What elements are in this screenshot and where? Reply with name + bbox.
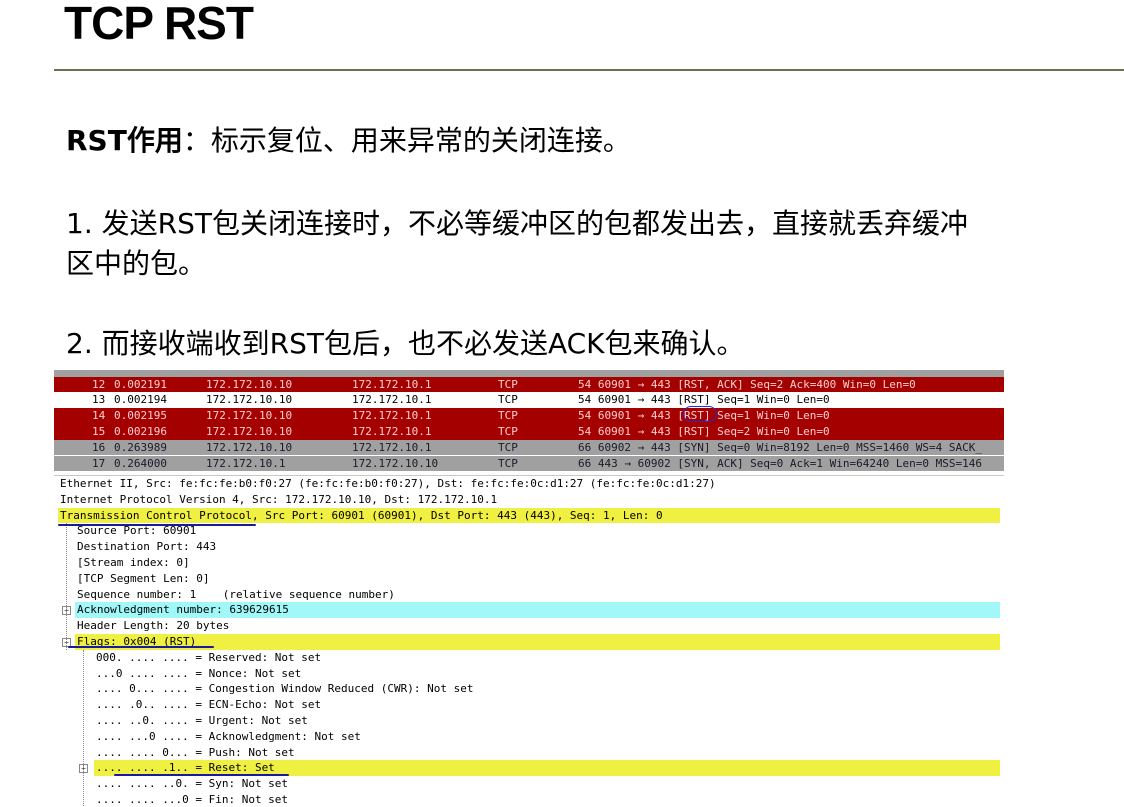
packet-cell-dst: 172.172.10.1 xyxy=(352,393,432,407)
packet-cell-time: 0.264000 xyxy=(114,456,167,470)
packet-cell-time: 0.002191 xyxy=(114,377,167,391)
packet-cell-info: 54 60901 → 443 [RST] Seq=2 Win=0 Len=0 xyxy=(578,424,830,438)
packet-cell-proto: TCP xyxy=(498,377,518,391)
rst-purpose-line: RST作用：标示复位、用来异常的关闭连接。 xyxy=(66,121,631,161)
packet-cell-proto: TCP xyxy=(498,409,518,423)
slide-title: TCP RST xyxy=(64,0,254,49)
tree-guide-line xyxy=(83,649,85,807)
tree-item[interactable]: Transmission Control Protocol, Src Port:… xyxy=(58,507,1000,524)
packet-cell-no: 12 xyxy=(92,377,106,391)
packet-cell-proto: TCP xyxy=(498,440,518,454)
tree-item[interactable]: Ethernet II, Src: fe:fc:fe:b0:f0:27 (fe:… xyxy=(58,476,1000,492)
packet-cell-info: 54 60901 → 443 [RST, ACK] Seq=2 Ack=400 … xyxy=(578,377,916,391)
packet-cell-no: 14 xyxy=(92,409,106,423)
tree-item[interactable]: [Stream index: 0] xyxy=(75,555,1000,571)
point-1-line-1: 1. 发送RST包关闭连接时，不必等缓冲区的包都发出去，直接就丢弃缓冲 xyxy=(66,207,968,240)
tree-item[interactable]: Header Length: 20 bytes xyxy=(75,618,1000,634)
packet-cell-time: 0.002195 xyxy=(114,409,167,423)
point-2-line: 2. 而接收端收到RST包后，也不必发送ACK包来确认。 xyxy=(66,327,745,360)
packet-cell-info: 66 443 → 60902 [SYN, ACK] Seq=0 Ack=1 Wi… xyxy=(578,456,982,470)
packet-cell-dst: 172.172.10.1 xyxy=(352,409,432,423)
packet-cell-src: 172.172.10.10 xyxy=(206,377,293,391)
packet-cell-proto: TCP xyxy=(498,456,518,470)
packet-details-tree: Ethernet II, Src: fe:fc:fe:b0:f0:27 (fe:… xyxy=(54,475,1004,807)
packet-cell-dst: 172.172.10.1 xyxy=(352,440,432,454)
packet-cell-time: 0.263989 xyxy=(114,440,167,454)
packet-row[interactable]: 15 0.002196 172.172.10.10 172.172.10.1 TCP 54… xyxy=(54,423,1004,440)
reset-underline-annotation xyxy=(114,774,289,776)
flags-underline-annotation xyxy=(68,646,214,648)
tree-item[interactable]: .... .... ...0 = Fin: Not set xyxy=(94,792,1000,807)
tree-item[interactable]: [TCP Segment Len: 0] xyxy=(75,571,1000,587)
rst-circle-annotation xyxy=(683,406,717,422)
packet-cell-src: 172.172.10.10 xyxy=(206,424,293,438)
packet-cell-time: 0.002196 xyxy=(114,424,167,438)
packet-cell-proto: TCP xyxy=(498,424,518,438)
packet-list: 12 0.002191 172.172.10.10 172.172.10.1 TCP 54… xyxy=(54,370,1004,471)
tree-item[interactable]: .... .... 0... = Push: Not set xyxy=(94,745,1000,761)
tree-item[interactable]: Sequence number: 1 (relative sequence nu… xyxy=(75,587,1000,603)
tree-item[interactable]: Destination Port: 443 xyxy=(75,539,1000,555)
tree-item[interactable]: .... .... ..0. = Syn: Not set xyxy=(94,776,1000,792)
packet-cell-dst: 172.172.10.1 xyxy=(352,424,432,438)
packet-cell-no: 13 xyxy=(92,393,106,407)
packet-cell-no: 15 xyxy=(92,424,106,438)
packet-cell-src: 172.172.10.10 xyxy=(206,393,293,407)
tree-item[interactable]: .... .0.. .... = ECN-Echo: Not set xyxy=(94,697,1000,713)
title-divider xyxy=(54,69,1124,71)
packet-cell-dst: 172.172.10.10 xyxy=(352,456,439,470)
tree-item[interactable]: Acknowledgment number: 639629615 xyxy=(75,602,1000,619)
packet-cell-src: 172.172.10.10 xyxy=(206,440,293,454)
tree-item[interactable]: ...0 .... .... = Nonce: Not set xyxy=(94,666,1000,682)
packet-row[interactable]: 16 0.263989 172.172.10.10 172.172.10.1 TCP 66… xyxy=(54,439,1004,456)
tree-guide-line xyxy=(66,523,68,650)
tree-item[interactable]: .... ...0 .... = Acknowledgment: Not set xyxy=(94,729,1000,745)
packet-cell-src: 172.172.10.10 xyxy=(206,409,293,423)
packet-cell-src: 172.172.10.1 xyxy=(206,456,286,470)
rst-purpose-text: ：标示复位、用来异常的关闭连接。 xyxy=(182,124,631,157)
packet-cell-no: 17 xyxy=(92,456,106,470)
point-1-line-2: 区中的包。 xyxy=(66,247,207,280)
rst-purpose-label: RST作用 xyxy=(66,124,183,157)
packet-row[interactable]: 14 0.002195 172.172.10.10 172.172.10.1 TCP 54… xyxy=(54,408,1004,424)
packet-row[interactable]: 12 0.002191 172.172.10.10 172.172.10.1 TCP 54… xyxy=(54,376,1004,393)
packet-cell-time: 0.002194 xyxy=(114,393,167,407)
packet-row[interactable]: 17 0.264000 172.172.10.1 172.172.10.10 TCP 66… xyxy=(54,455,1004,471)
tree-item[interactable]: Internet Protocol Version 4, Src: 172.17… xyxy=(58,492,1000,508)
tree-item[interactable]: .... ..0. .... = Urgent: Not set xyxy=(94,713,1000,729)
tcp-underline-annotation xyxy=(58,524,256,526)
packet-cell-info: 66 60902 → 443 [SYN] Seq=0 Win=8192 Len=… xyxy=(578,440,982,454)
packet-cell-no: 16 xyxy=(92,440,106,454)
packet-row[interactable]: 13 0.002194 172.172.10.10 172.172.10.1 TCP 54… xyxy=(54,392,1004,408)
tree-item[interactable]: 000. .... .... = Reserved: Not set xyxy=(94,650,1000,666)
packet-cell-dst: 172.172.10.1 xyxy=(352,377,432,391)
tree-item[interactable]: .... 0... .... = Congestion Window Reduc… xyxy=(94,681,1000,697)
packet-cell-proto: TCP xyxy=(498,393,518,407)
